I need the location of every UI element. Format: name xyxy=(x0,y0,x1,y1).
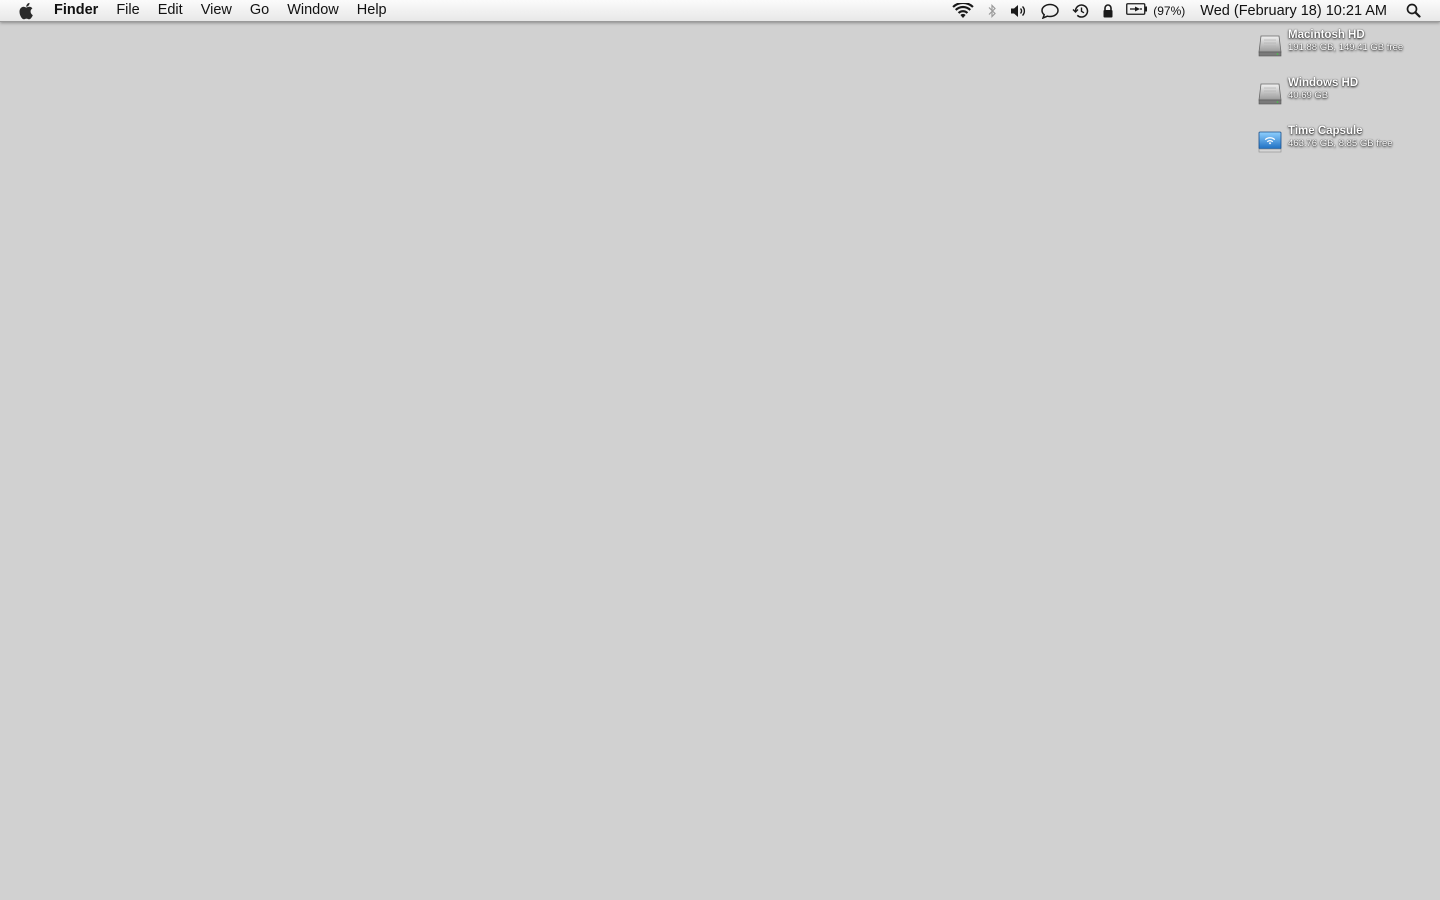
menu-go[interactable]: Go xyxy=(250,0,269,21)
menu-help[interactable]: Help xyxy=(357,0,387,21)
apple-logo-icon[interactable] xyxy=(18,2,36,20)
menu-clock[interactable]: Wed (February 18) 10:21 AM xyxy=(1200,3,1387,19)
chat-icon[interactable] xyxy=(1040,0,1060,21)
battery-status[interactable]: (97%) xyxy=(1126,2,1186,19)
time-machine-icon[interactable] xyxy=(1072,0,1090,21)
drive-name: Macintosh HD xyxy=(1288,29,1365,41)
desktop-drive-time-capsule[interactable]: Time Capsule 463.76 GB, 8.85 GB free xyxy=(1257,124,1393,155)
desktop[interactable]: Macintosh HD 191.88 GB, 149.41 GB free W… xyxy=(0,22,1440,900)
battery-icon xyxy=(1126,2,1148,19)
wifi-icon[interactable] xyxy=(952,0,974,21)
menu-file[interactable]: File xyxy=(116,0,139,21)
drive-label: Macintosh HD 191.88 GB, 149.41 GB free xyxy=(1288,28,1403,54)
lock-icon[interactable] xyxy=(1102,0,1114,21)
menu-bar-left: Finder File Edit View Go Window Help xyxy=(0,0,405,21)
drive-name: Time Capsule xyxy=(1288,125,1363,137)
desktop-drive-macintosh-hd[interactable]: Macintosh HD 191.88 GB, 149.41 GB free xyxy=(1257,28,1403,59)
battery-percentage: (97%) xyxy=(1153,3,1186,18)
menu-window[interactable]: Window xyxy=(287,0,339,21)
drive-info: 40.69 GB xyxy=(1288,90,1329,101)
menu-bar-right: (97%) Wed (February 18) 10:21 AM xyxy=(940,0,1440,21)
volume-icon[interactable] xyxy=(1010,0,1028,21)
drive-label: Windows HD 40.69 GB xyxy=(1288,76,1358,102)
network-drive-icon xyxy=(1257,129,1283,155)
bluetooth-icon[interactable] xyxy=(986,0,998,21)
menu-view[interactable]: View xyxy=(201,0,232,21)
menu-app-finder[interactable]: Finder xyxy=(54,0,98,21)
menu-edit[interactable]: Edit xyxy=(158,0,183,21)
drive-info: 191.88 GB, 149.41 GB free xyxy=(1288,42,1404,53)
drive-info: 463.76 GB, 8.85 GB free xyxy=(1288,138,1393,149)
hard-drive-icon xyxy=(1257,81,1283,107)
menu-bar: Finder File Edit View Go Window Help (97… xyxy=(0,0,1440,22)
search-icon[interactable] xyxy=(1406,3,1421,18)
drive-label: Time Capsule 463.76 GB, 8.85 GB free xyxy=(1288,124,1393,150)
hard-drive-icon xyxy=(1257,33,1283,59)
drive-name: Windows HD xyxy=(1288,77,1359,89)
desktop-drive-windows-hd[interactable]: Windows HD 40.69 GB xyxy=(1257,76,1358,107)
